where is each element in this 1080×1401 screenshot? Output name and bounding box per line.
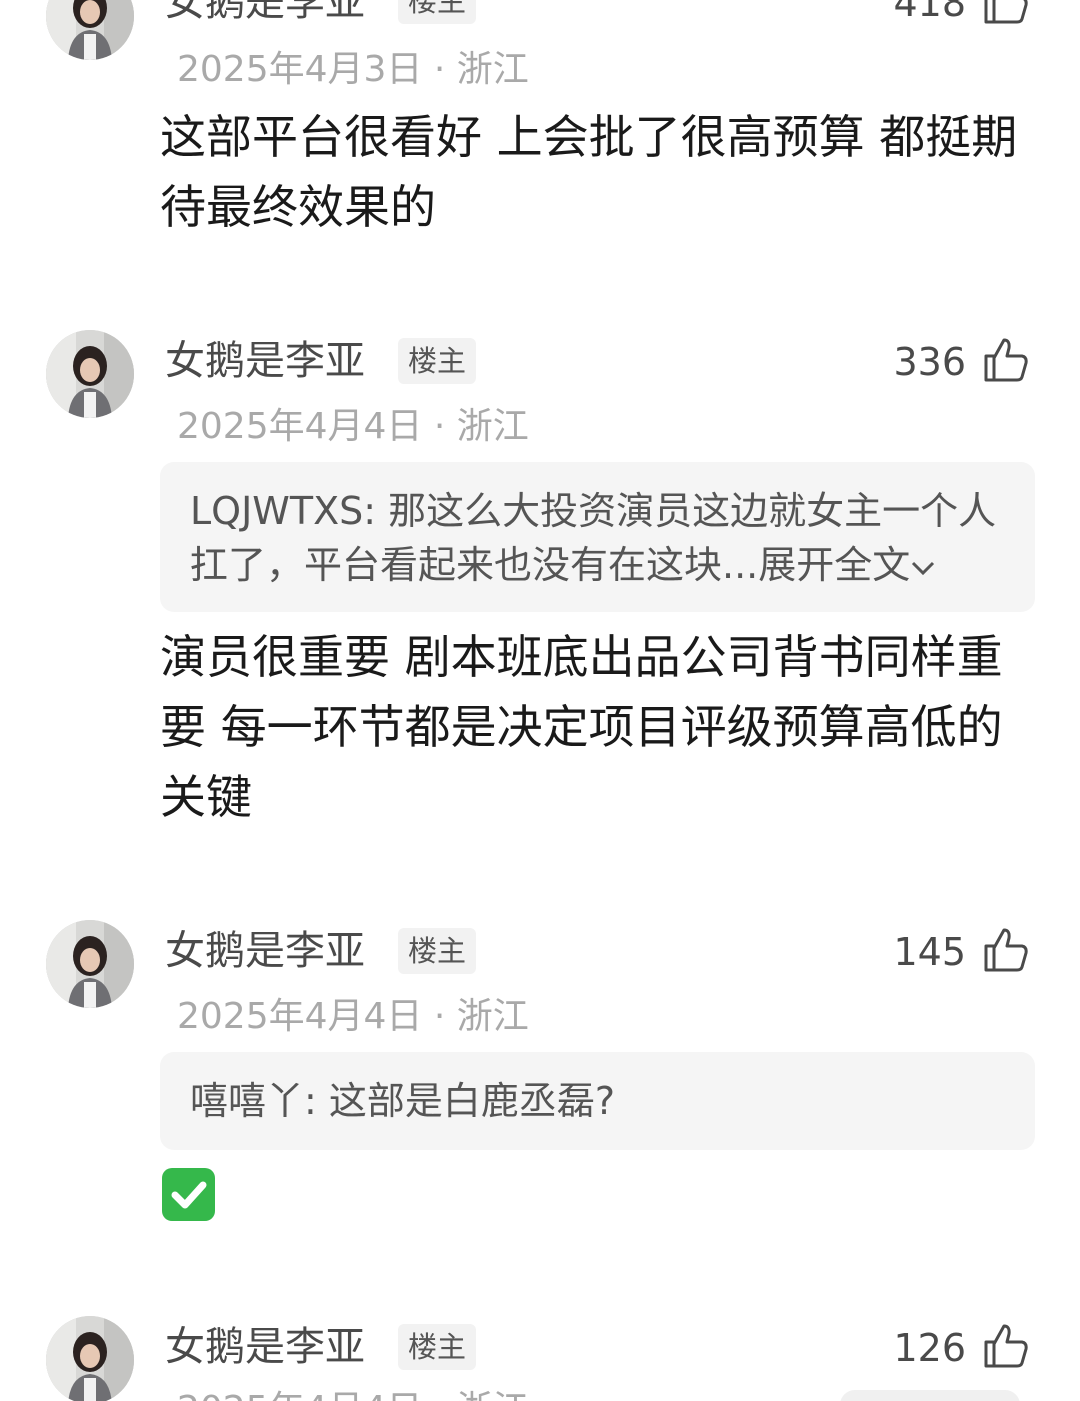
avatar[interactable] [46, 330, 134, 418]
avatar[interactable] [46, 1316, 134, 1401]
thumbs-up-icon[interactable] [982, 336, 1030, 384]
like-count: 145 [893, 930, 966, 974]
quoted-reply[interactable]: 嘻嘻丫: 这部是白鹿丞磊? [160, 1052, 1035, 1150]
like-count: 336 [893, 340, 966, 384]
avatar[interactable] [46, 920, 134, 1008]
comment-meta: 2025年4月3日 · 浙江 [177, 49, 529, 90]
comment-body: 这部平台很看好 上会批了很高预算 都挺期待最终效果的 [160, 110, 1018, 234]
quoted-reply[interactable]: LQJWTXS: 那这么大投资演员这边就女主一个人扛了，平台看起来也没有在这块.… [160, 462, 1035, 612]
username[interactable]: 女鹅是李亚 [165, 341, 365, 381]
op-badge: 楼主 [398, 1324, 477, 1370]
comment-meta: 2025年4月4日 · 浙江 [177, 406, 529, 447]
like-count: 126 [893, 1326, 966, 1370]
quoted-reply-text: 嘻嘻丫: 这部是白鹿丞磊? [190, 1079, 616, 1123]
thumbs-up-icon[interactable] [982, 926, 1030, 974]
username[interactable]: 女鹅是李亚 [165, 931, 365, 971]
check-mark-emoji [162, 1168, 215, 1221]
thumbs-up-icon[interactable] [982, 1322, 1030, 1370]
comment-meta: 2025年4月4日 · 浙江 [177, 996, 529, 1037]
username[interactable]: 女鹅是李亚 [165, 1327, 365, 1367]
like-count: 418 [893, 0, 966, 25]
chevron-down-icon[interactable] [910, 559, 936, 577]
username[interactable]: 女鹅是李亚 [165, 0, 365, 22]
op-badge: 楼主 [398, 928, 477, 974]
op-badge: 楼主 [398, 0, 477, 24]
avatar[interactable] [46, 0, 134, 60]
thumbs-up-icon[interactable] [982, 0, 1030, 26]
op-badge: 楼主 [398, 338, 477, 384]
comment-body: 演员很重要 剧本班底出品公司背书同样重要 每一环节都是决定项目评级预算高低的关键 [160, 630, 1003, 824]
comment-meta: 2025年4月4日 · 浙江 [177, 1392, 529, 1401]
floating-pill[interactable] [840, 1390, 1020, 1401]
comment-feed: 女鹅是李亚 楼主 418 2025年4月3日 · 浙江 这部平台很看好 上会批了… [0, 0, 1080, 1401]
expand-full-text-link[interactable]: 展开全文 [758, 543, 910, 587]
